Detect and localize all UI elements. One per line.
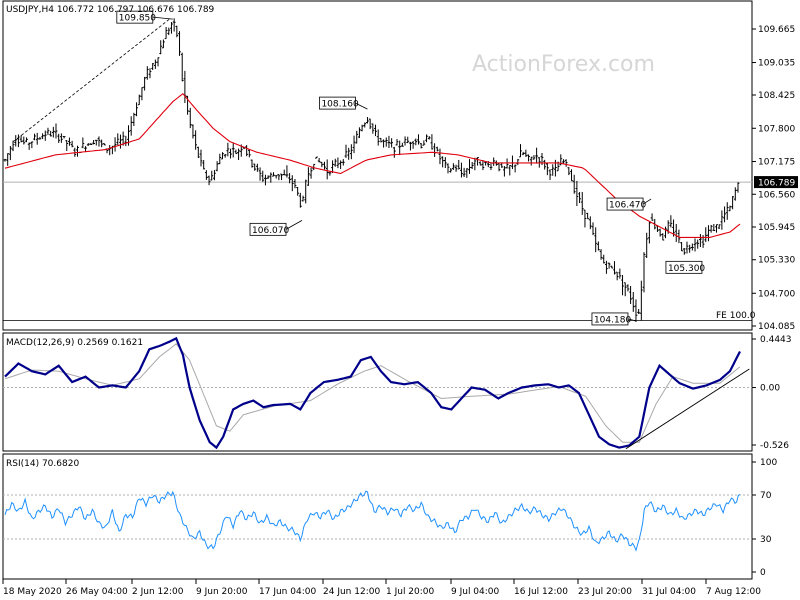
price-axis-label: 109.665 [758,25,795,35]
time-axis-label: 18 May 2020 [3,587,62,597]
time-axis-label: 17 Jun 04:00 [259,587,316,597]
macd-axis-label: -0.526 [760,441,789,451]
time-axis-label: 31 Jul 04:00 [642,587,696,597]
annotation-label: 108.160 [321,100,358,110]
time-axis-label: 9 Jul 04:00 [451,587,500,597]
time-axis-label: 2 Jun 12:00 [132,587,184,597]
annotation-label: 105.300 [668,264,705,274]
rsi-axis-label: 30 [760,535,772,545]
current-price-label: 106.789 [758,179,795,189]
time-axis-label: 7 Aug 12:00 [706,587,761,597]
price-axis-label: 105.945 [758,223,795,233]
macd-axis-label: 0.4443 [760,335,792,345]
price-axis-label: 109.035 [758,59,795,69]
fe-level-label: FE 100.0 [716,311,756,321]
annotation-label: 106.070 [252,226,289,236]
rsi-axis-label: 0 [760,568,766,578]
annotation-label: 106.470 [609,201,646,211]
time-axis-label: 1 Jul 20:00 [386,587,435,597]
time-axis-label: 24 Jun 12:00 [323,587,380,597]
rsi-axis-label: 100 [760,458,777,468]
macd-title: MACD(12,26,9) 0.2569 0.1621 [6,338,143,348]
price-axis-label: 108.425 [758,91,795,101]
forex-chart: ActionForex.com FE 100.0 109.850 108.160 10… [0,0,800,600]
time-axis-label: 26 May 04:00 [66,587,128,597]
annotation-label: 109.850 [119,14,156,24]
watermark: ActionForex.com [472,52,655,77]
symbol-line: USDJPY,H4 106.772 106.797 106.676 106.78… [6,5,215,15]
price-axis-label: 107.800 [758,124,795,134]
price-axis-label: 105.330 [758,256,795,266]
price-axis-label: 104.700 [758,289,795,299]
price-axis-label: 106.560 [758,190,795,200]
rsi-title: RSI(14) 70.6820 [6,459,79,469]
annotation-label: 104.180 [594,315,631,325]
price-axis-label: 107.175 [758,158,795,168]
rsi-axis-label: 70 [760,491,772,501]
time-axis-label: 9 Jun 20:00 [196,587,248,597]
price-axis-label: 104.085 [758,322,795,332]
macd-axis-label: 0.00 [760,384,780,394]
time-axis-label: 16 Jul 12:00 [514,587,568,597]
time-axis-label: 23 Jul 20:00 [578,587,632,597]
chart-background [0,0,800,600]
